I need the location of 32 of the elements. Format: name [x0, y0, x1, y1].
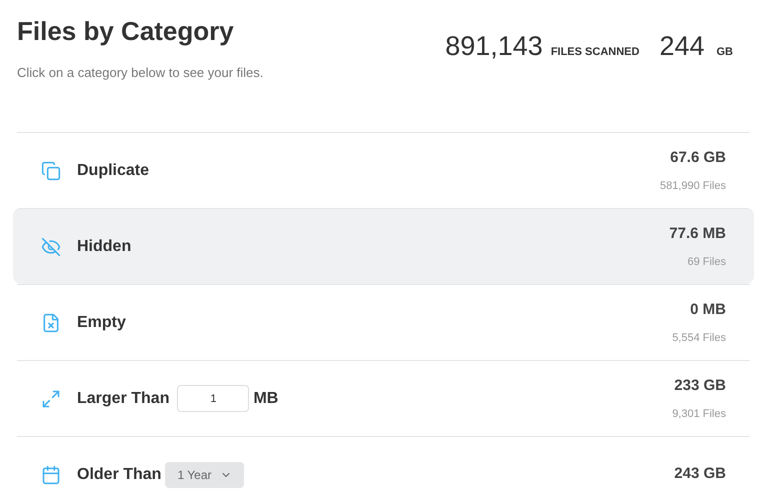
copy-icon	[41, 160, 61, 180]
category-size: 243 GB	[674, 464, 726, 484]
category-label: Empty	[77, 312, 126, 332]
category-row[interactable]: Empty 0 MB 5,554 Files	[17, 284, 750, 360]
file-count: 5,554 Files	[672, 330, 726, 346]
file-count: 581,990 Files	[660, 178, 726, 194]
category-label: Hidden	[77, 236, 132, 256]
file-count: 9,301 Files	[672, 406, 726, 422]
page-subtitle: Click on a category below to see your files.	[17, 64, 264, 82]
files-label: FILES SCANNED	[550, 45, 640, 60]
size-input-field[interactable]: 1	[177, 385, 250, 412]
size-unit: GB	[716, 45, 733, 60]
files-count: 891,143	[445, 30, 543, 63]
unit-label: MB	[253, 388, 278, 408]
category-size: 233 GB	[674, 376, 726, 396]
category-label: Larger Than	[77, 388, 170, 408]
category-label: Duplicate	[77, 160, 150, 180]
category-row[interactable]: Hidden 77.6 MB 69 Files	[13, 208, 754, 284]
age-dropdown[interactable]: 1 Year	[165, 462, 244, 488]
category-row[interactable]: Older Than 1 Year 243 GB	[17, 436, 750, 500]
page-title: Files by Category	[17, 15, 235, 48]
category-label: Older Than	[77, 464, 162, 484]
file-x-icon	[41, 312, 61, 332]
calendar-icon	[41, 464, 61, 484]
category-size: 67.6 GB	[670, 148, 726, 168]
file-count: 69 Files	[687, 254, 726, 270]
category-size: 77.6 MB	[669, 224, 726, 244]
expand-arrows-icon	[41, 388, 61, 408]
eye-slash-icon	[41, 236, 61, 256]
category-size: 0 MB	[690, 300, 726, 320]
category-row[interactable]: Larger Than 1 MB 233 GB 9,301 Files	[17, 360, 750, 436]
total-size: 244	[659, 30, 704, 63]
